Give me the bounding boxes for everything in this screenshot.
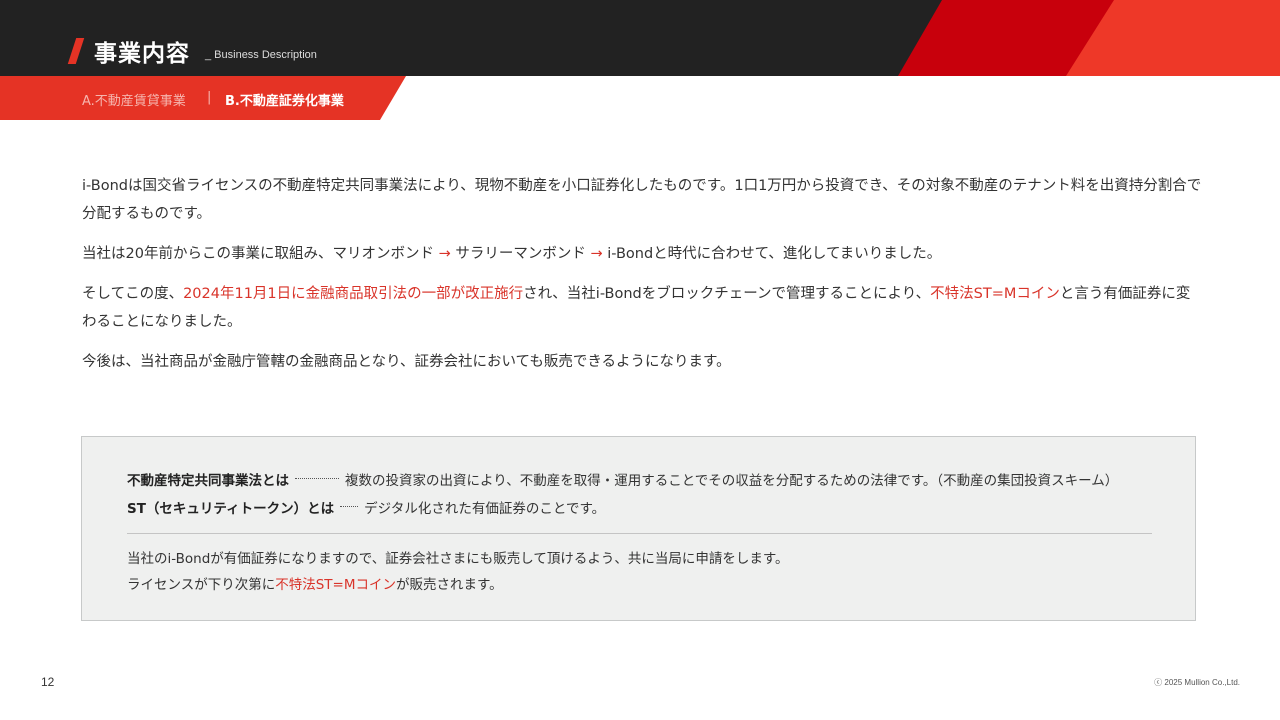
law-highlight-mcoin: 不特法ST=Mコイン [930,286,1060,302]
page-number: 12 [41,675,55,689]
note-sales-highlight: 不特法ST=Mコイン [275,577,397,593]
paragraph-law-change: そしてこの度、2024年11月1日に金融商品取引法の一部が改正施行され、当社i-… [82,280,1202,336]
main-content: i-Bondは国交省ライセンスの不動産特定共同事業法により、現物不動産を小口証券… [82,172,1202,388]
definition-term: ST（セキュリティトークン）とは [127,501,335,517]
note-sales-a: ライセンスが下り次第に [127,577,276,593]
paragraph-future: 今後は、当社商品が金融庁管轄の金融商品となり、証券会社においても販売できるように… [82,354,731,370]
note-sales-b: が販売されます。 [396,577,503,593]
definition-row: 不動産特定共同事業法とは 複数の投資家の出資により、不動産を取得・運用することでそ… [127,469,1118,489]
title-slash-icon [67,38,85,64]
history-text-b: サラリーマンボンド [450,246,591,262]
history-text-c: i-Bondと時代に合わせて、進化してまいりました。 [602,246,942,262]
paragraph-ibond-intro: i-Bondは国交省ライセンスの不動産特定共同事業法により、現物不動産を小口証券… [82,178,1202,222]
arrow-right-icon: → [590,246,603,262]
definition-desc: デジタル化された有価証券のことです。 [364,501,606,517]
definition-desc: 複数の投資家の出資により、不動産を取得・運用することでその収益を分配するための法… [345,473,1119,489]
definition-row: ST（セキュリティトークン）とは デジタル化された有価証券のことです。 [127,497,605,517]
tab-real-estate-securitization[interactable]: B.不動産証券化事業 [225,90,344,109]
law-text-a: そしてこの度、 [82,286,184,302]
law-text-b: され、当社i-Bondをブロックチェーンで管理することにより、 [523,286,931,302]
definition-notebox: 不動産特定共同事業法とは 複数の投資家の出資により、不動産を取得・運用することでそ… [81,436,1196,621]
header-band: 事業内容 _ Business Description [0,0,1280,76]
definition-term: 不動産特定共同事業法とは [127,473,289,489]
dotted-leader [340,505,359,507]
dotted-leader [295,477,339,479]
tab-separator: | [207,90,212,105]
tab-bar [0,76,406,120]
paragraph-history: 当社は20年前からこの事業に取組み、マリオンボンド → サラリーマンボンド → … [82,240,1202,268]
copyright: ⓒ 2025 Mullion Co.,Ltd. [1154,678,1240,687]
law-highlight-date: 2024年11月1日に金融商品取引法の一部が改正施行 [183,286,524,302]
note-application: 当社のi-Bondが有価証券になりますので、証券会社さまにも販売して頂けるよう、… [127,551,789,567]
page-title: 事業内容 [94,41,190,67]
arrow-right-icon: → [438,246,451,262]
tab-real-estate-rental[interactable]: A.不動産賃貸事業 [82,90,186,109]
notebox-divider [127,533,1152,534]
page-subtitle: _ Business Description [205,49,317,61]
history-text-a: 当社は20年前からこの事業に取組み、マリオンボンド [82,246,439,262]
note-sales: ライセンスが下り次第に不特法ST=Mコインが販売されます。 [127,573,503,593]
